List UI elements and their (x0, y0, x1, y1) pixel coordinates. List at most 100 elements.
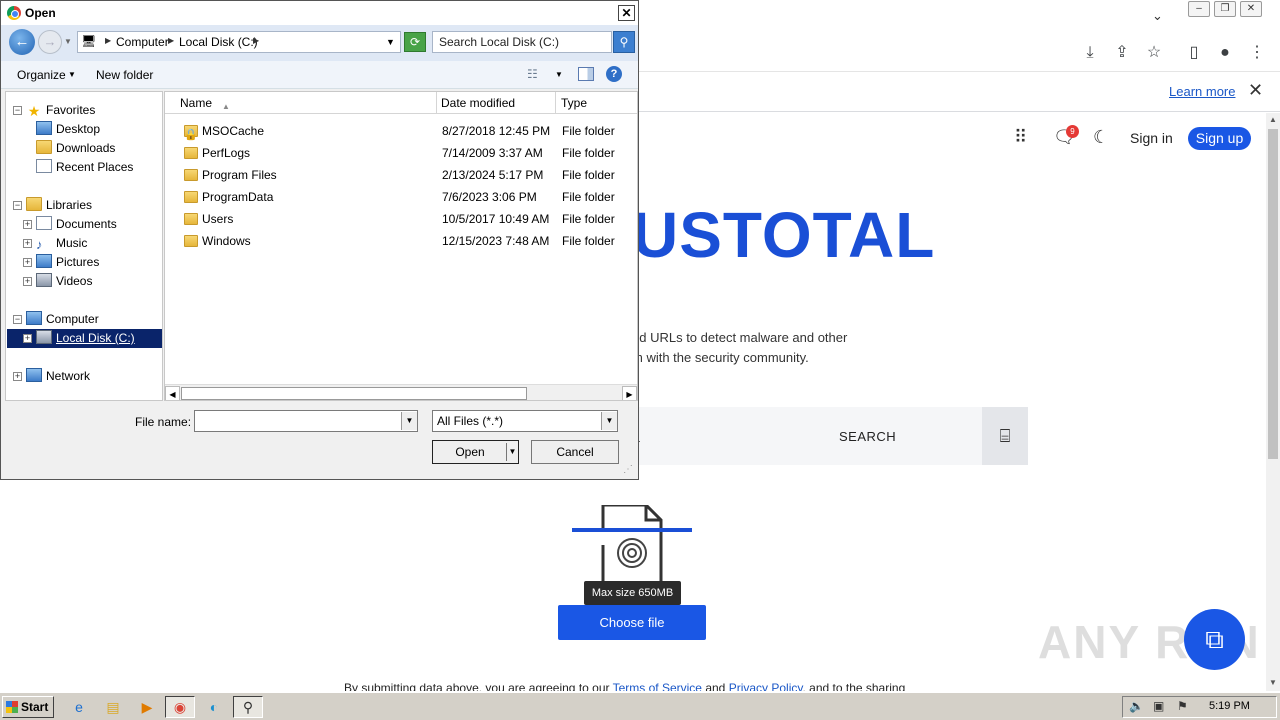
collapse-icon[interactable]: − (13, 315, 22, 324)
side-panel-icon[interactable]: ▯ (1183, 42, 1205, 64)
refresh-button[interactable]: ⟳ (404, 32, 426, 52)
privacy-policy-link[interactable]: Privacy Policy (729, 681, 803, 691)
clock[interactable]: 5:19 PM (1209, 700, 1250, 712)
file-row[interactable]: 🔒 MSOCache 8/27/2018 12:45 PM File folde… (165, 120, 637, 142)
expand-icon[interactable]: + (23, 334, 32, 343)
search-tab[interactable]: SEARCH (839, 429, 896, 444)
column-type[interactable]: Type (555, 92, 637, 114)
expand-icon[interactable]: + (23, 239, 32, 248)
preview-pane-icon[interactable] (578, 67, 594, 81)
nav-downloads[interactable]: Downloads (36, 140, 115, 156)
address-dropdown-icon[interactable]: ▼ (386, 37, 395, 47)
views-dropdown-icon[interactable]: ▼ (555, 70, 563, 79)
file-row[interactable]: PerfLogs 7/14/2009 3:37 AM File folder (165, 142, 637, 164)
nav-network[interactable]: Network (26, 368, 90, 384)
file-row[interactable]: ProgramData 7/6/2023 3:06 PM File folder (165, 186, 637, 208)
file-row[interactable]: Program Files 2/13/2024 5:17 PM File fol… (165, 164, 637, 186)
profile-icon[interactable]: ● (1214, 42, 1236, 64)
back-button[interactable]: ← (9, 29, 35, 55)
page-scrollbar[interactable]: ▲ ▼ (1266, 113, 1280, 691)
search-taskbar-icon[interactable]: ⚲ (233, 696, 263, 718)
nav-recent-places[interactable]: Recent Places (36, 159, 133, 175)
terms-of-service-link[interactable]: Terms of Service (613, 681, 702, 691)
new-folder-button[interactable]: New folder (96, 68, 153, 82)
expand-icon[interactable]: + (13, 372, 22, 381)
volume-icon[interactable]: 🔈 (1129, 699, 1144, 713)
apps-grid-icon[interactable]: ⠿ (1014, 127, 1027, 148)
search-icon[interactable]: ⚲ (613, 31, 635, 53)
cancel-button[interactable]: Cancel (531, 440, 619, 464)
nav-local-disk[interactable]: Local Disk (C:) (36, 330, 135, 346)
horizontal-scrollbar[interactable]: ◀ ▶ (165, 384, 637, 400)
file-explorer-icon[interactable]: ▤ (98, 696, 128, 718)
restore-button[interactable]: ❐ (1214, 1, 1236, 17)
nav-favorites[interactable]: ★ Favorites (26, 102, 96, 118)
file-type-dropdown-icon[interactable]: ▼ (601, 412, 617, 430)
scroll-up-arrow-icon[interactable]: ▲ (1269, 115, 1277, 124)
edge-icon[interactable]: ◐ (199, 696, 229, 718)
views-icon[interactable]: ☷ (527, 67, 538, 81)
chrome-taskbar-icon[interactable]: ◉ (165, 696, 195, 718)
chat-widget-button[interactable]: ⧉ (1184, 609, 1245, 670)
dark-mode-icon[interactable]: ☾ (1093, 127, 1109, 148)
nav-desktop[interactable]: Desktop (36, 121, 100, 137)
file-name-input[interactable] (194, 410, 418, 432)
close-window-button[interactable]: ✕ (1240, 1, 1262, 17)
choose-file-button[interactable]: Choose file (558, 605, 706, 640)
action-center-flag-icon[interactable]: ⚑ (1177, 699, 1188, 713)
start-button[interactable]: Start (2, 696, 54, 718)
scrollbar-thumb[interactable] (181, 387, 527, 400)
organize-menu[interactable]: Organize (17, 68, 66, 82)
breadcrumb-local-disk[interactable]: Local Disk (C:) (179, 35, 258, 49)
help-icon[interactable]: ? (606, 66, 622, 82)
nav-videos[interactable]: Videos (36, 273, 92, 289)
internet-explorer-icon[interactable]: e (64, 696, 94, 718)
column-name[interactable]: Name ▲ (174, 92, 437, 114)
breadcrumb-arrow-icon[interactable]: ▶ (168, 36, 174, 45)
file-name-dropdown-icon[interactable]: ▼ (401, 412, 417, 430)
breadcrumb-arrow-icon[interactable]: ▶ (105, 36, 111, 45)
file-row[interactable]: Windows 12/15/2023 7:48 AM File folder (165, 230, 637, 252)
close-icon[interactable]: ✕ (1248, 80, 1263, 101)
nav-music[interactable]: ♪ Music (36, 235, 87, 252)
file-row[interactable]: Users 10/5/2017 10:49 AM File folder (165, 208, 637, 230)
file-type-select[interactable]: All Files (*.*) (432, 410, 618, 432)
sign-up-button[interactable]: Sign up (1188, 127, 1251, 150)
chevron-down-icon[interactable]: ⌄ (1152, 8, 1163, 24)
search-input[interactable] (632, 407, 1028, 465)
nav-computer[interactable]: Computer (26, 311, 99, 327)
download-icon[interactable]: ⤓ (1079, 42, 1101, 64)
folder-search-input[interactable]: Search Local Disk (C:) (432, 31, 612, 53)
chevron-down-icon[interactable]: ▼ (68, 70, 76, 79)
media-player-icon[interactable]: ▶ (132, 696, 162, 718)
scroll-left-icon[interactable]: ◀ (165, 386, 180, 400)
forward-button[interactable]: → (38, 30, 62, 54)
bookmark-star-icon[interactable]: ☆ (1143, 42, 1165, 64)
expand-icon[interactable]: + (23, 220, 32, 229)
dialog-close-button[interactable]: ✕ (618, 5, 635, 21)
collapse-icon[interactable]: − (13, 201, 22, 210)
barcode-scan-icon[interactable]: ⌸ (982, 407, 1028, 465)
nav-libraries[interactable]: Libraries (26, 197, 92, 213)
scroll-right-icon[interactable]: ▶ (622, 386, 637, 400)
nav-documents[interactable]: Documents (36, 216, 117, 232)
scroll-down-arrow-icon[interactable]: ▼ (1269, 678, 1277, 687)
scrollbar-thumb[interactable] (1268, 129, 1278, 459)
open-button[interactable]: Open ▼ (432, 440, 519, 464)
menu-icon[interactable]: ⋮ (1246, 42, 1268, 64)
learn-more-link[interactable]: Learn more (1169, 84, 1235, 99)
history-dropdown-icon[interactable]: ▼ (64, 37, 72, 46)
expand-icon[interactable]: + (23, 277, 32, 286)
sign-in-link[interactable]: Sign in (1130, 130, 1173, 146)
breadcrumb-arrow-icon[interactable]: ▶ (253, 36, 259, 45)
expand-icon[interactable]: + (23, 258, 32, 267)
nav-pictures[interactable]: Pictures (36, 254, 99, 270)
minimize-button[interactable]: – (1188, 1, 1210, 17)
collapse-icon[interactable]: − (13, 106, 22, 115)
resize-grip-icon[interactable]: ⋰ (623, 464, 633, 475)
column-date-modified[interactable]: Date modified (435, 92, 556, 114)
share-icon[interactable]: ⇪ (1111, 42, 1133, 64)
breadcrumb-computer[interactable]: Computer (116, 35, 169, 49)
open-options-dropdown-icon[interactable]: ▼ (506, 443, 518, 461)
network-tray-icon[interactable]: ▣ (1153, 699, 1164, 713)
